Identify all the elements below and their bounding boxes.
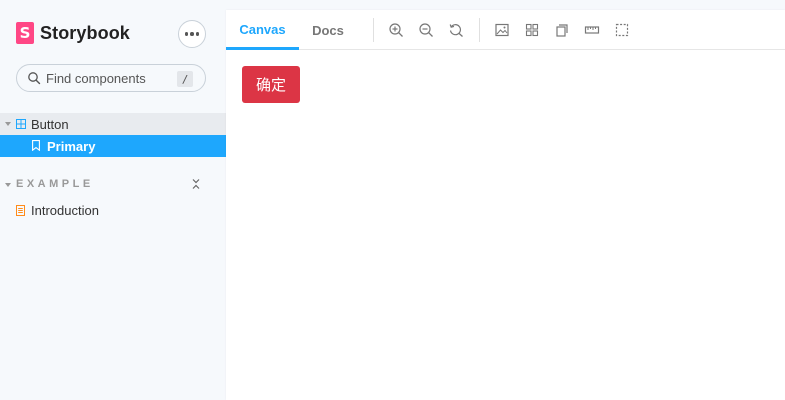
viewport-icon bbox=[556, 24, 568, 37]
grid-icon bbox=[525, 23, 539, 37]
dot bbox=[195, 32, 200, 36]
background-button[interactable] bbox=[493, 21, 511, 39]
dot bbox=[190, 32, 194, 36]
measure-icon bbox=[584, 26, 600, 34]
tab-docs[interactable]: Docs bbox=[299, 10, 357, 50]
document-icon bbox=[16, 205, 25, 216]
zoom-reset-icon bbox=[449, 24, 463, 37]
tree-item-introduction[interactable]: Introduction bbox=[0, 199, 226, 221]
tree-item-label: Button bbox=[31, 117, 69, 132]
zoom-out-button[interactable] bbox=[417, 21, 435, 39]
main-panel: Canvas Docs 确定 bbox=[226, 10, 785, 400]
search-icon bbox=[28, 72, 41, 85]
tree-item-primary[interactable]: Primary bbox=[0, 135, 226, 157]
zoom-reset-button[interactable] bbox=[447, 21, 465, 39]
more-options-button[interactable] bbox=[178, 20, 206, 48]
sidebar: S Storybook / Button Primary EXAMPLE bbox=[0, 0, 226, 400]
zoom-out-icon bbox=[419, 23, 433, 37]
zoom-in-button[interactable] bbox=[387, 21, 405, 39]
preview-confirm-button[interactable]: 确定 bbox=[242, 66, 300, 103]
group-title[interactable]: EXAMPLE bbox=[16, 178, 94, 190]
search-input[interactable] bbox=[46, 70, 166, 86]
storybook-logo: S bbox=[16, 22, 34, 44]
brand-name: Storybook bbox=[40, 22, 130, 43]
search-box[interactable]: / bbox=[16, 64, 206, 92]
outline-button[interactable] bbox=[613, 21, 631, 39]
outline-icon bbox=[615, 23, 629, 37]
zoom-in-icon bbox=[389, 23, 403, 37]
divider bbox=[479, 18, 480, 42]
bookmark-icon bbox=[32, 140, 40, 151]
tab-canvas[interactable]: Canvas bbox=[226, 10, 299, 50]
dot bbox=[184, 32, 189, 36]
toolbar: Canvas Docs bbox=[226, 10, 785, 50]
caret-down-icon bbox=[5, 183, 11, 187]
viewport-button[interactable] bbox=[553, 21, 571, 39]
tree-item-label: Introduction bbox=[31, 203, 99, 218]
tree-item-label: Primary bbox=[47, 139, 96, 154]
collapse-all-icon[interactable] bbox=[191, 178, 201, 190]
measure-button[interactable] bbox=[583, 21, 601, 39]
tree-item-button[interactable]: Button bbox=[0, 113, 226, 135]
divider bbox=[373, 18, 374, 42]
grid-button[interactable] bbox=[523, 21, 541, 39]
component-icon bbox=[16, 119, 26, 129]
search-shortcut-badge: / bbox=[177, 71, 193, 87]
brand[interactable]: S Storybook bbox=[16, 22, 130, 44]
background-icon bbox=[495, 23, 509, 37]
caret-down-icon bbox=[5, 122, 11, 126]
